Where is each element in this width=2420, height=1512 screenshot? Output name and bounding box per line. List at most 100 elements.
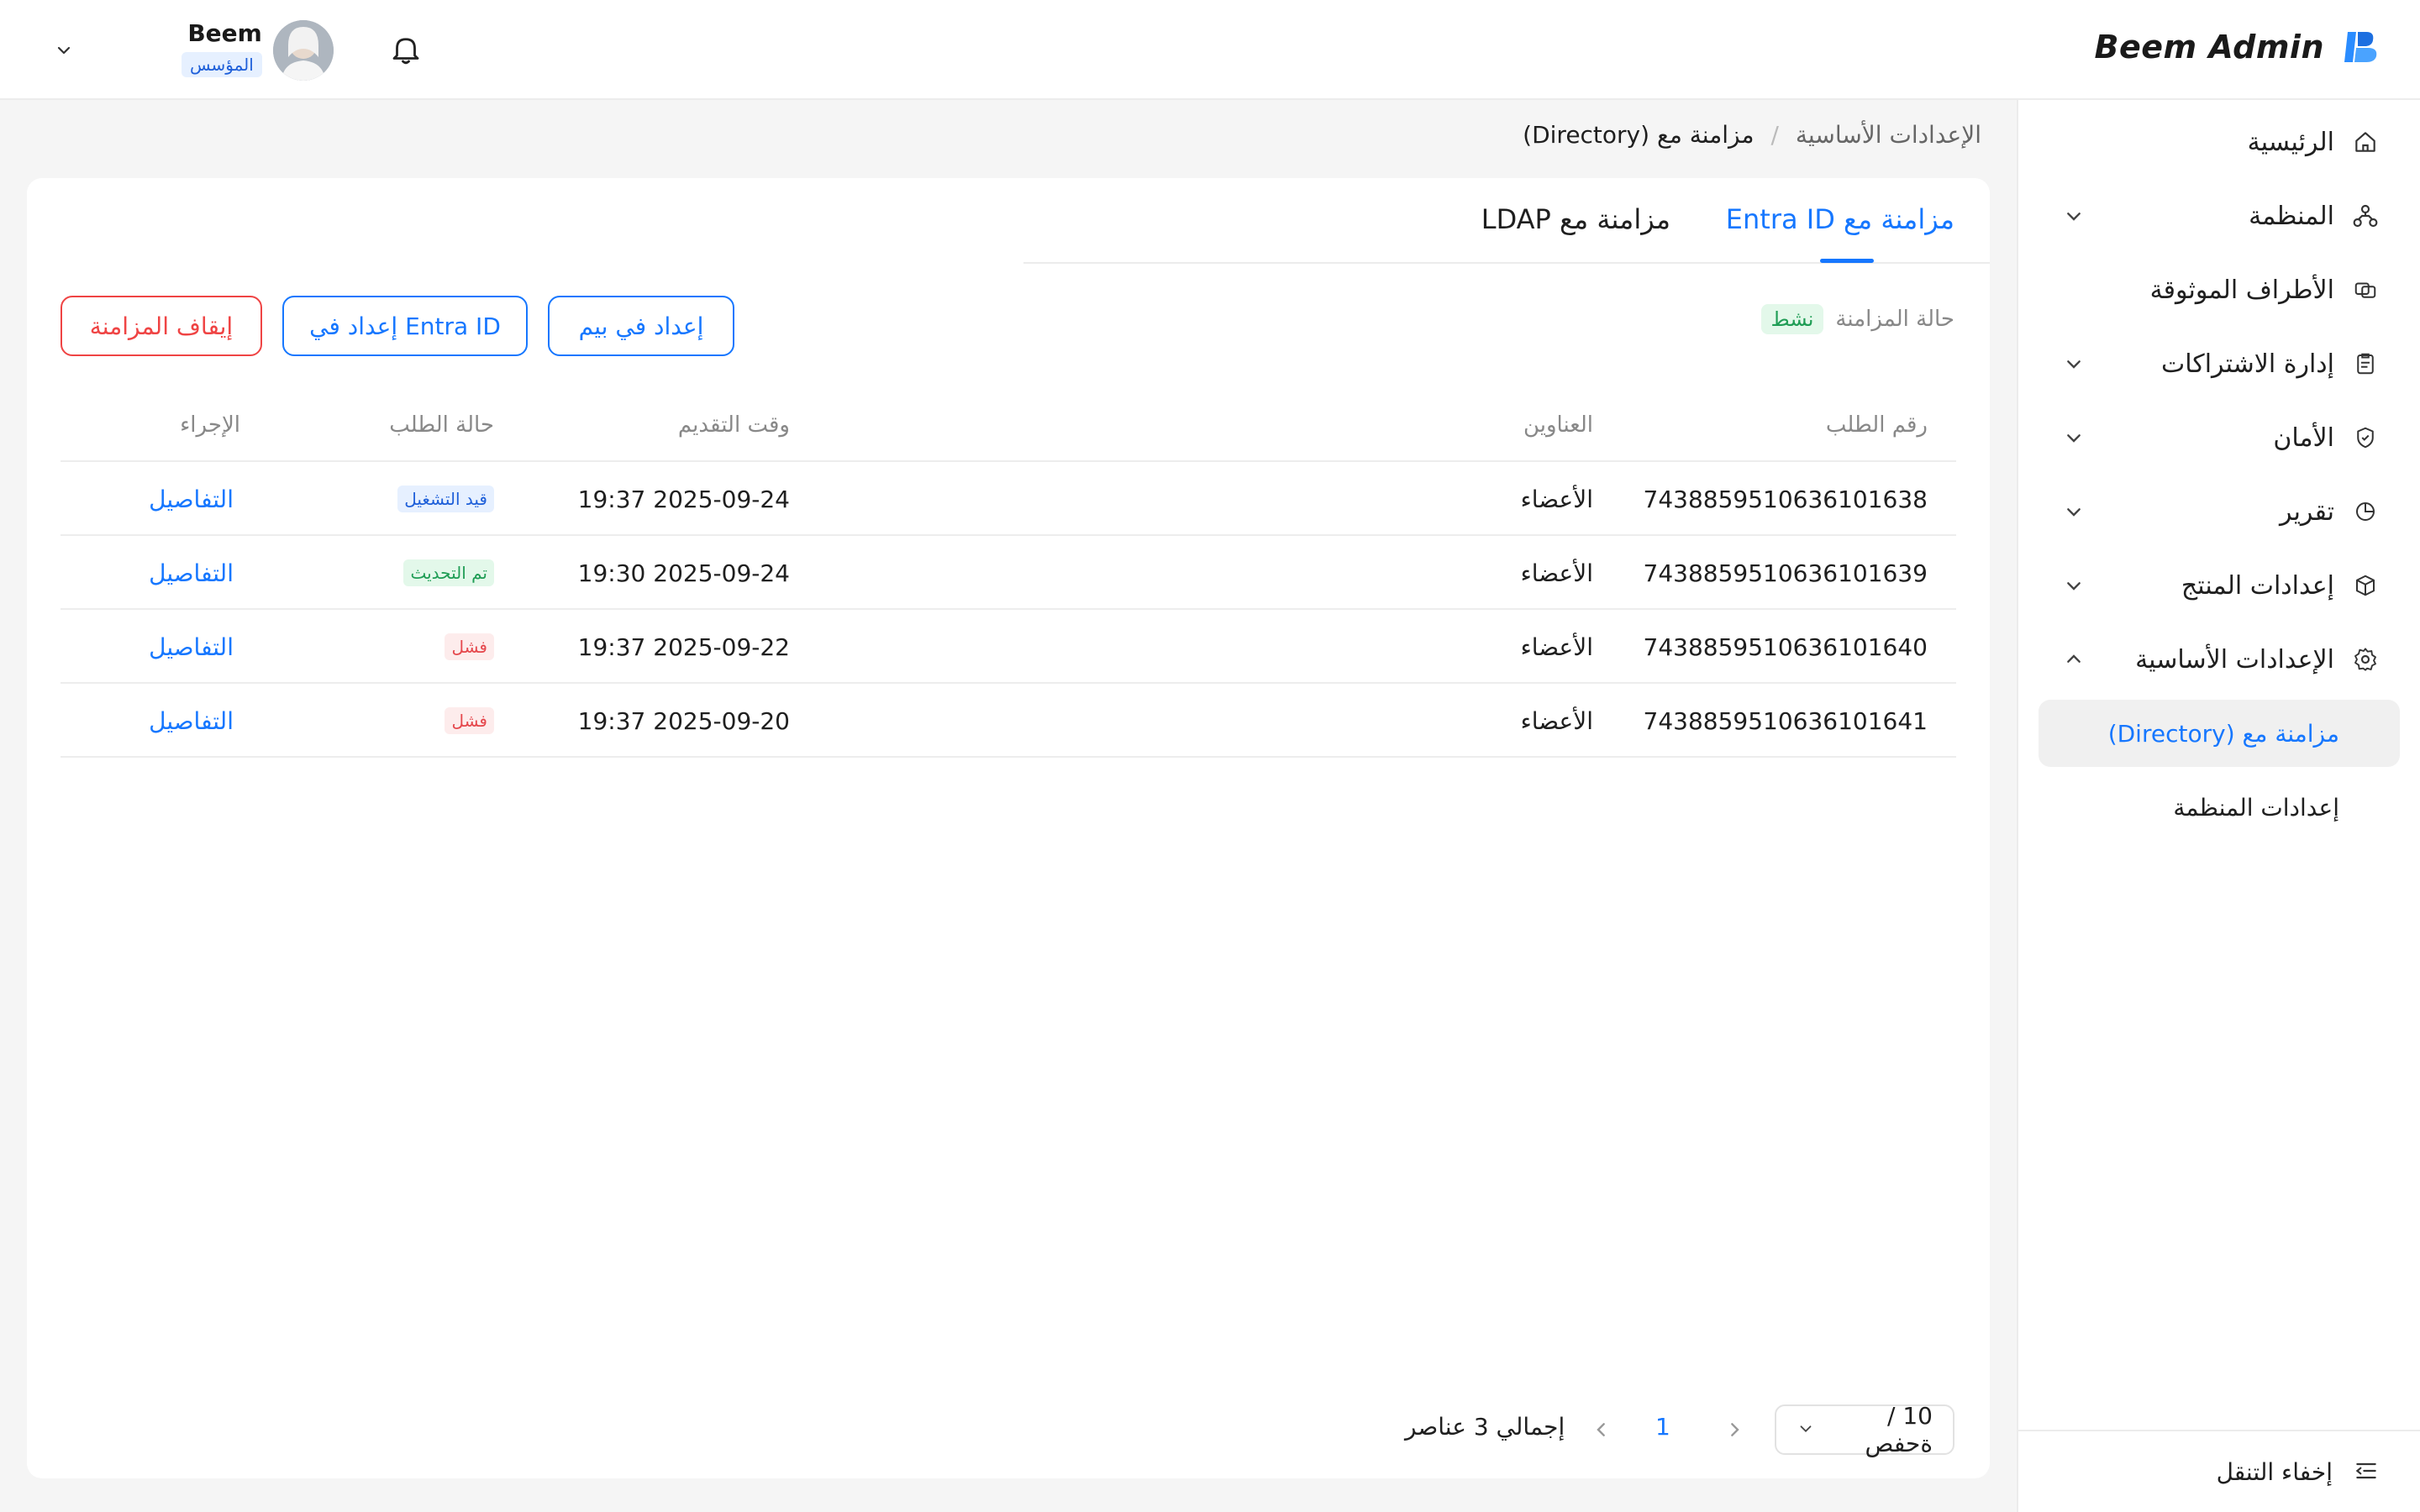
table-row: 7438859510636101639 الأعضاء 2025-09-24 1… bbox=[60, 536, 1956, 610]
sidebar-subitem-label: إعدادات المنظمة bbox=[2173, 793, 2339, 822]
details-link[interactable]: التفاصيل bbox=[149, 610, 234, 684]
bell-icon[interactable] bbox=[388, 32, 424, 67]
sidebar-item-label: الإعدادات الأساسية bbox=[2135, 644, 2334, 675]
sidebar-subitem-directory-sync[interactable]: مزامنة مع (Directory) bbox=[2039, 700, 2400, 767]
header-left bbox=[47, 18, 81, 82]
details-link[interactable]: التفاصيل bbox=[149, 684, 234, 758]
user-info[interactable]: Beem المؤسس bbox=[182, 18, 262, 77]
chevron-left-icon[interactable] bbox=[1588, 1416, 1615, 1443]
sidebar-item-report[interactable]: تقرير bbox=[2018, 475, 2420, 549]
breadcrumb-separator: / bbox=[1770, 121, 1779, 149]
table-row: 7438859510636101640 الأعضاء 2025-09-22 1… bbox=[60, 610, 1956, 684]
tabs: مزامنة مع Entra ID مزامنة مع LDAP bbox=[1023, 178, 1990, 264]
sidebar-item-organization[interactable]: المنظمة bbox=[2018, 179, 2420, 253]
sidebar-item-subscriptions[interactable]: إدارة الاشتراكات bbox=[2018, 327, 2420, 401]
column-header: رقم الطلب bbox=[1825, 412, 1928, 438]
page-size-value: 10 / ةحفص bbox=[1865, 1402, 1933, 1457]
user-name: Beem bbox=[187, 19, 262, 47]
details-link[interactable]: التفاصيل bbox=[149, 536, 234, 610]
chevron-up-icon bbox=[2060, 646, 2087, 673]
tab-ldap[interactable]: مزامنة مع LDAP bbox=[1481, 203, 1670, 235]
sidebar-subitem-org-settings[interactable]: إعدادات المنظمة bbox=[2018, 770, 2420, 844]
table-header: رقم الطلب العناوين وقت التقديم حالة الطل… bbox=[60, 388, 1956, 462]
chevron-down-icon bbox=[2060, 424, 2087, 451]
submit-time: 2025-09-24 19:37 bbox=[577, 485, 790, 513]
sidebar-item-basic-settings[interactable]: الإعدادات الأساسية bbox=[2018, 622, 2420, 696]
pagination: 10 / ةحفص 1 إجمالي 3 عناصر bbox=[27, 1402, 1990, 1457]
sync-status: حالة المزامنة نشط bbox=[1760, 304, 1954, 334]
status-badge: نشط bbox=[1760, 304, 1824, 334]
request-id: 7438859510636101638 bbox=[1643, 485, 1928, 513]
address: الأعضاء bbox=[1520, 706, 1593, 735]
setup-in-beem-button[interactable]: إعداد في بيم bbox=[548, 296, 734, 356]
main-card: مزامنة مع Entra ID مزامنة مع LDAP حالة ا… bbox=[27, 178, 1990, 1478]
sync-requests-table: رقم الطلب العناوين وقت التقديم حالة الطل… bbox=[60, 388, 1956, 758]
sidebar-item-security[interactable]: الأمان bbox=[2018, 401, 2420, 475]
address: الأعضاء bbox=[1520, 485, 1593, 513]
tab-active-indicator bbox=[1820, 259, 1874, 263]
chevron-right-icon[interactable] bbox=[1721, 1416, 1748, 1443]
pie-chart-icon bbox=[2351, 497, 2380, 526]
top-header: Beem Admin Beem المؤسس bbox=[0, 0, 2420, 100]
home-icon bbox=[2351, 128, 2380, 156]
breadcrumb: الإعدادات الأساسية / مزامنة مع (Director… bbox=[1523, 121, 1981, 149]
role-badge: المؤسس bbox=[182, 52, 262, 77]
table-row: 7438859510636101641 الأعضاء 2025-09-20 1… bbox=[60, 684, 1956, 758]
breadcrumb-current: مزامنة مع (Directory) bbox=[1523, 121, 1754, 149]
chevron-down-icon bbox=[2060, 498, 2087, 525]
sidebar-item-label: تقرير bbox=[2280, 496, 2334, 527]
brand-logo-icon bbox=[2343, 29, 2380, 66]
submit-time: 2025-09-24 19:30 bbox=[577, 559, 790, 587]
request-id: 7438859510636101640 bbox=[1643, 633, 1928, 661]
sidebar-item-label: الرئيسية bbox=[2247, 127, 2334, 157]
column-header: وقت التقديم bbox=[677, 412, 790, 438]
address: الأعضاء bbox=[1520, 633, 1593, 661]
hide-navigation-button[interactable]: إخفاء التنقل bbox=[2018, 1430, 2420, 1512]
sidebar-subitem-label: مزامنة مع (Directory) bbox=[2107, 719, 2339, 748]
column-header: العناوين bbox=[1523, 412, 1593, 438]
status-cell: قيد التشغيل bbox=[397, 462, 494, 536]
status-badge: قيد التشغيل bbox=[397, 486, 494, 512]
org-icon bbox=[2351, 202, 2380, 230]
sidebar-item-home[interactable]: الرئيسية bbox=[2018, 105, 2420, 179]
avatar[interactable] bbox=[273, 20, 334, 81]
current-page[interactable]: 1 bbox=[1655, 1413, 1670, 1441]
table-row: 7438859510636101638 الأعضاء 2025-09-24 1… bbox=[60, 462, 1956, 536]
page-size-select[interactable]: 10 / ةحفص bbox=[1775, 1402, 1954, 1457]
chevron-down-icon[interactable] bbox=[47, 34, 81, 67]
hide-navigation-label: إخفاء التنقل bbox=[2216, 1457, 2333, 1486]
brand-name: Beem Admin bbox=[2094, 29, 2324, 66]
tab-entra-id[interactable]: مزامنة مع Entra ID bbox=[1726, 203, 1954, 235]
sidebar-item-label: الأطراف الموثوقة bbox=[2149, 275, 2334, 305]
request-id: 7438859510636101641 bbox=[1643, 706, 1928, 735]
box-icon bbox=[2351, 571, 2380, 600]
shield-icon bbox=[2351, 423, 2380, 452]
brand[interactable]: Beem Admin bbox=[2095, 29, 2380, 66]
sidebar-item-label: المنظمة bbox=[2249, 201, 2334, 231]
details-link[interactable]: التفاصيل bbox=[149, 462, 234, 536]
status-cell: فشل bbox=[445, 610, 494, 684]
collapse-menu-icon bbox=[2351, 1457, 2380, 1486]
status-cell: تم التحديث bbox=[403, 536, 494, 610]
address: الأعضاء bbox=[1520, 559, 1593, 587]
sidebar-item-label: إدارة الاشتراكات bbox=[2161, 349, 2334, 379]
setup-in-entra-button[interactable]: إعداد في Entra ID bbox=[282, 296, 528, 356]
status-badge: فشل bbox=[445, 707, 494, 734]
sidebar-item-trusted-parties[interactable]: الأطراف الموثوقة bbox=[2018, 253, 2420, 327]
submit-time: 2025-09-22 19:37 bbox=[577, 633, 790, 661]
breadcrumb-parent[interactable]: الإعدادات الأساسية bbox=[1796, 121, 1981, 149]
chevron-down-icon bbox=[1797, 1416, 1815, 1444]
submit-time: 2025-09-20 19:37 bbox=[577, 706, 790, 735]
chevron-down-icon bbox=[2060, 572, 2087, 599]
status-badge: تم التحديث bbox=[403, 559, 494, 586]
sidebar-item-label: إعدادات المنتج bbox=[2181, 570, 2334, 601]
total-items: إجمالي 3 عناصر bbox=[1405, 1413, 1565, 1441]
request-id: 7438859510636101639 bbox=[1643, 559, 1928, 587]
stop-sync-button[interactable]: إيقاف المزامنة bbox=[60, 296, 262, 356]
sidebar-item-product-settings[interactable]: إعدادات المنتج bbox=[2018, 549, 2420, 622]
sidebar-item-label: الأمان bbox=[2273, 423, 2334, 453]
sidebar: الرئيسية المنظمة الأطراف الموثوقة إدارة … bbox=[2017, 100, 2420, 1512]
chevron-down-icon bbox=[2060, 350, 2087, 377]
clipboard-icon bbox=[2351, 349, 2380, 378]
status-badge: فشل bbox=[445, 633, 494, 660]
